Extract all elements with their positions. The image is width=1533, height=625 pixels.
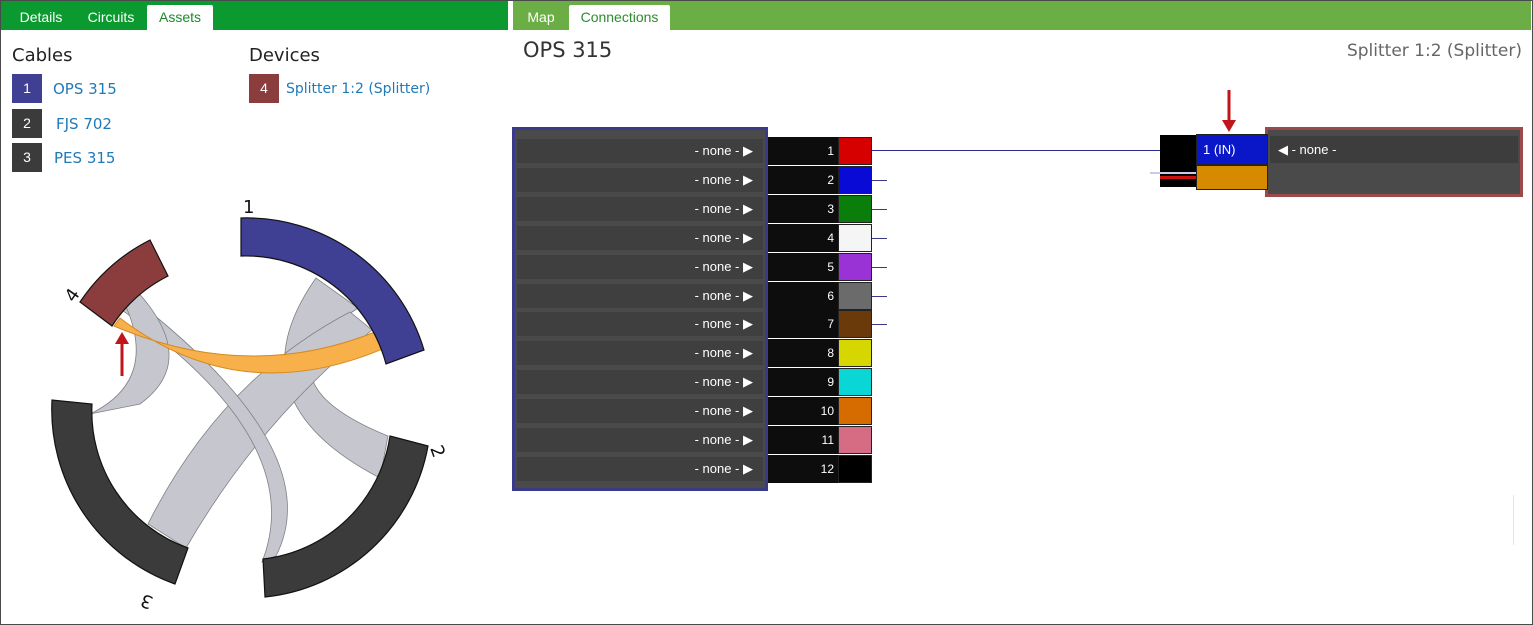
fiber-number: 9 [768,368,838,396]
fiber-none-connection[interactable]: - none - ▶ [517,370,763,394]
device-number-badge: 4 [249,74,279,103]
fiber-none-connection[interactable]: - none - ▶ [517,341,763,365]
splitter-none-connection[interactable]: ◀ - none - [1270,136,1518,163]
fiber-number: 10 [768,397,838,425]
fiber-number: 12 [768,455,838,483]
fiber-none-connection[interactable]: - none - ▶ [517,457,763,481]
tab-map[interactable]: Map [519,5,563,30]
cable-item-1[interactable]: 1 OPS 315 [12,74,162,103]
fiber-color-port[interactable] [838,282,872,310]
annotation-arrow-left [115,332,129,376]
device-link[interactable]: Splitter 1:2 (Splitter) [286,81,430,97]
fiber-none-connection[interactable]: - none - ▶ [517,226,763,250]
fiber-color-port[interactable] [838,455,872,483]
arc-label-1: 1 [243,197,254,218]
fiber-row: - none - ▶ [515,339,765,367]
fiber-stub-line [872,324,887,325]
fiber-none-connection[interactable]: - none - ▶ [517,399,763,423]
fiber-number: 5 [768,253,838,281]
fiber-row: - none - ▶ [515,224,765,252]
fiber-none-connection[interactable]: - none - ▶ [517,139,763,163]
fiber-none-connection[interactable]: - none - ▶ [517,428,763,452]
fiber-number: 7 [768,310,838,338]
fiber-none-connection[interactable]: - none - ▶ [517,197,763,221]
right-tab-bar: Map Connections [513,1,1531,30]
fiber-color-port[interactable] [838,137,872,165]
fiber-color-port[interactable] [838,426,872,454]
fiber-number: 3 [768,195,838,223]
arc-2 [262,435,429,598]
fiber-row: - none - ▶ [515,282,765,310]
fiber-row: - none - ▶ [515,253,765,281]
cable-number-badge: 1 [12,74,42,103]
cable-number-badge: 3 [12,143,42,172]
tab-circuits[interactable]: Circuits [78,5,144,30]
fiber-none-connection[interactable]: - none - ▶ [517,168,763,192]
splitter-red-line [1160,176,1196,179]
splitter-lead-line [1150,172,1196,174]
fiber-number: 6 [768,282,838,310]
fiber-number: 8 [768,339,838,367]
fiber-color-port[interactable] [838,310,872,338]
chord-diagram: 1 2 3 4 [51,197,449,610]
cable-item-2[interactable]: 2 FJS 702 [12,109,162,138]
fiber-stub-line [872,238,887,239]
fiber-stub-line [872,267,887,268]
fiber-number: 11 [768,426,838,454]
fiber-row: - none - ▶ [515,195,765,223]
fiber-number: 4 [768,224,838,252]
cable-title: OPS 315 [523,38,613,62]
scroll-indicator [1513,495,1514,545]
fiber-color-port[interactable] [838,368,872,396]
fiber-color-port[interactable] [838,166,872,194]
splitter-in-port[interactable]: 1 (IN) [1196,134,1268,165]
tab-assets[interactable]: Assets [147,5,213,30]
fiber-number: 1 [768,137,838,165]
fiber-row: - none - ▶ [515,368,765,396]
tab-connections[interactable]: Connections [569,5,670,30]
cable-link[interactable]: PES 315 [54,149,115,167]
fiber-color-port[interactable] [838,224,872,252]
arc-label-3: 3 [138,589,156,610]
fiber-number: 2 [768,166,838,194]
connection-line [872,150,1161,151]
fiber-row: - none - ▶ [515,166,765,194]
device-title: Splitter 1:2 (Splitter) [1346,41,1522,61]
fiber-row: - none - ▶ [515,426,765,454]
fiber-none-connection[interactable]: - none - ▶ [517,312,763,336]
arc-4 [79,239,169,327]
cable-item-3[interactable]: 3 PES 315 [12,143,162,172]
device-item-4[interactable]: 4 Splitter 1:2 (Splitter) [249,74,469,103]
fiber-row: - none - ▶ [515,137,765,165]
splitter-connector-top [1160,135,1196,164]
fiber-none-connection[interactable]: - none - ▶ [517,255,763,279]
fiber-color-port[interactable] [838,253,872,281]
devices-heading: Devices [249,45,320,66]
fiber-row: - none - ▶ [515,397,765,425]
fiber-color-port[interactable] [838,195,872,223]
left-tab-bar: Details Circuits Assets [1,1,508,30]
fiber-color-port[interactable] [838,339,872,367]
fiber-stub-line [872,296,887,297]
fiber-color-port[interactable] [838,397,872,425]
splitter-out-port[interactable] [1196,165,1268,190]
fiber-none-connection[interactable]: - none - ▶ [517,284,763,308]
tab-details[interactable]: Details [9,5,73,30]
annotation-arrow-right [1222,90,1236,132]
fiber-stub-line [872,209,887,210]
cable-link[interactable]: OPS 315 [53,80,117,98]
cables-heading: Cables [12,45,73,66]
fiber-stub-line [872,180,887,181]
cable-link[interactable]: FJS 702 [56,115,112,133]
arc-label-2: 2 [425,443,449,461]
fiber-row: - none - ▶ [515,455,765,483]
cable-number-badge: 2 [12,109,42,138]
fiber-row: - none - ▶ [515,310,765,338]
